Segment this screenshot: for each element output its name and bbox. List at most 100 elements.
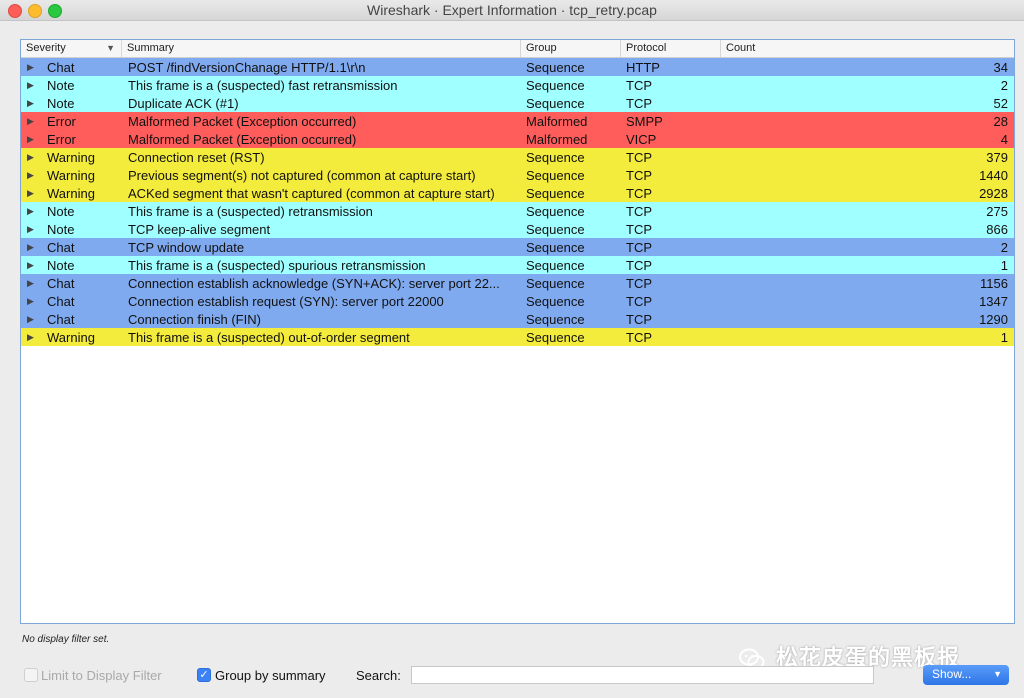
sort-descending-icon[interactable]: ▼ xyxy=(106,43,115,53)
expand-arrow-icon[interactable]: ▶ xyxy=(27,116,41,127)
search-label: Search: xyxy=(356,668,401,683)
group-cell: Sequence xyxy=(526,149,585,165)
limit-to-display-filter-label: Limit to Display Filter xyxy=(41,668,162,683)
summary-cell: POST /findVersionChanage HTTP/1.1\r\n xyxy=(128,59,366,75)
severity-label: Warning xyxy=(47,329,95,345)
chevron-down-icon: ▼ xyxy=(993,669,1002,679)
table-row[interactable]: ▶ Error Malformed Packet (Exception occurr… xyxy=(21,112,1014,130)
expand-arrow-icon[interactable]: ▶ xyxy=(27,224,41,235)
show-button-label: Show... xyxy=(932,667,972,681)
group-cell: Sequence xyxy=(526,275,585,291)
column-header-severity[interactable]: Severity ▼ xyxy=(21,40,122,57)
limit-to-display-filter-checkbox[interactable] xyxy=(24,668,38,682)
count-cell: 1156 xyxy=(980,275,1008,291)
table-row[interactable]: ▶ Note TCP keep-alive segment Sequence TCP 86… xyxy=(21,220,1014,238)
table-row[interactable]: ▶ Chat TCP window update Sequence TCP 2 xyxy=(21,238,1014,256)
severity-label: Chat xyxy=(47,293,75,309)
expand-arrow-icon[interactable]: ▶ xyxy=(27,188,41,199)
group-cell: Sequence xyxy=(526,59,585,75)
expand-arrow-icon[interactable]: ▶ xyxy=(27,134,41,145)
protocol-cell: TCP xyxy=(626,293,652,309)
summary-cell: Connection establish request (SYN): serv… xyxy=(128,293,444,309)
window-title: Wireshark · Expert Information · tcp_ret… xyxy=(367,2,657,18)
severity-cell: ▶ Warning xyxy=(21,168,122,183)
severity-cell: ▶ Chat xyxy=(21,60,122,75)
column-header-protocol[interactable]: Protocol xyxy=(621,40,721,57)
table-row[interactable]: ▶ Chat Connection finish (FIN) Sequence TCP 1… xyxy=(21,310,1014,328)
expand-arrow-icon[interactable]: ▶ xyxy=(27,206,41,217)
table-row[interactable]: ▶ Chat Connection establish request (SYN):… xyxy=(21,292,1014,310)
severity-cell: ▶ Note xyxy=(21,96,122,111)
summary-cell: Connection reset (RST) xyxy=(128,149,265,165)
expand-arrow-icon[interactable]: ▶ xyxy=(27,296,41,307)
group-by-summary-checkbox[interactable]: ✓ xyxy=(197,668,211,682)
severity-label: Note xyxy=(47,77,75,93)
expand-arrow-icon[interactable]: ▶ xyxy=(27,332,41,343)
table-row[interactable]: ▶ Warning This frame is a (suspected) out-… xyxy=(21,328,1014,346)
protocol-cell: VICP xyxy=(626,131,657,147)
column-header-severity-label: Severity xyxy=(26,42,66,54)
severity-label: Note xyxy=(47,95,75,111)
summary-cell: Malformed Packet (Exception occurred) xyxy=(128,131,357,147)
group-cell: Sequence xyxy=(526,203,585,219)
table-row[interactable]: ▶ Error Malformed Packet (Exception occurr… xyxy=(21,130,1014,148)
table-row[interactable]: ▶ Note This frame is a (suspected) fast re… xyxy=(21,76,1014,94)
column-header-summary[interactable]: Summary xyxy=(122,40,521,57)
expand-arrow-icon[interactable]: ▶ xyxy=(27,98,41,109)
group-cell: Sequence xyxy=(526,185,585,201)
expand-arrow-icon[interactable]: ▶ xyxy=(27,314,41,325)
group-cell: Malformed xyxy=(526,131,588,147)
protocol-cell: SMPP xyxy=(626,113,663,129)
table-row[interactable]: ▶ Note Duplicate ACK (#1) Sequence TCP 52 xyxy=(21,94,1014,112)
table-row[interactable]: ▶ Chat Connection establish acknowledge (S… xyxy=(21,274,1014,292)
protocol-cell: TCP xyxy=(626,185,652,201)
expand-arrow-icon[interactable]: ▶ xyxy=(27,278,41,289)
expand-arrow-icon[interactable]: ▶ xyxy=(27,170,41,181)
protocol-cell: TCP xyxy=(626,329,652,345)
count-cell: 4 xyxy=(1000,131,1008,147)
table-row[interactable]: ▶ Chat POST /findVersionChanage HTTP/1.1\r… xyxy=(21,58,1014,76)
expert-info-table[interactable]: Severity ▼ Summary Group Protocol Count … xyxy=(20,39,1015,624)
table-row[interactable]: ▶ Note This frame is a (suspected) spuriou… xyxy=(21,256,1014,274)
table-body: ▶ Chat POST /findVersionChanage HTTP/1.1\r… xyxy=(21,58,1014,346)
severity-label: Chat xyxy=(47,275,75,291)
table-row[interactable]: ▶ Note This frame is a (suspected) retrans… xyxy=(21,202,1014,220)
count-cell: 1 xyxy=(1000,329,1008,345)
severity-label: Note xyxy=(47,221,75,237)
group-cell: Sequence xyxy=(526,95,585,111)
table-row[interactable]: ▶ Warning Connection reset (RST) Sequence TC… xyxy=(21,148,1014,166)
column-header-group[interactable]: Group xyxy=(521,40,621,57)
summary-cell: ACKed segment that wasn't captured (comm… xyxy=(128,185,495,201)
expand-arrow-icon[interactable]: ▶ xyxy=(27,152,41,163)
protocol-cell: TCP xyxy=(626,95,652,111)
table-row[interactable]: ▶ Warning Previous segment(s) not captured… xyxy=(21,166,1014,184)
count-cell: 1347 xyxy=(979,293,1008,309)
group-cell: Sequence xyxy=(526,239,585,255)
severity-cell: ▶ Error xyxy=(21,114,122,129)
severity-cell: ▶ Warning xyxy=(21,186,122,201)
summary-cell: Previous segment(s) not captured (common… xyxy=(128,167,476,183)
summary-cell: Malformed Packet (Exception occurred) xyxy=(128,113,357,129)
column-header-count[interactable]: Count xyxy=(721,40,1014,57)
checkmark-icon: ✓ xyxy=(199,669,209,681)
table-row[interactable]: ▶ Warning ACKed segment that wasn't captur… xyxy=(21,184,1014,202)
summary-cell: This frame is a (suspected) retransmissi… xyxy=(128,203,373,219)
severity-label: Note xyxy=(47,203,75,219)
expand-arrow-icon[interactable]: ▶ xyxy=(27,260,41,271)
severity-cell: ▶ Error xyxy=(21,132,122,147)
count-cell: 379 xyxy=(986,149,1008,165)
severity-cell: ▶ Chat xyxy=(21,276,122,291)
count-cell: 866 xyxy=(986,221,1008,237)
group-by-summary-label: Group by summary xyxy=(215,668,326,683)
protocol-cell: TCP xyxy=(626,239,652,255)
count-cell: 275 xyxy=(986,203,1008,219)
expand-arrow-icon[interactable]: ▶ xyxy=(27,62,41,73)
group-cell: Sequence xyxy=(526,311,585,327)
group-cell: Malformed xyxy=(526,113,588,129)
search-input[interactable] xyxy=(411,666,874,684)
expand-arrow-icon[interactable]: ▶ xyxy=(27,80,41,91)
expand-arrow-icon[interactable]: ▶ xyxy=(27,242,41,253)
show-button[interactable]: Show... ▼ xyxy=(923,665,1009,685)
summary-cell: This frame is a (suspected) spurious ret… xyxy=(128,257,426,273)
group-cell: Sequence xyxy=(526,329,585,345)
